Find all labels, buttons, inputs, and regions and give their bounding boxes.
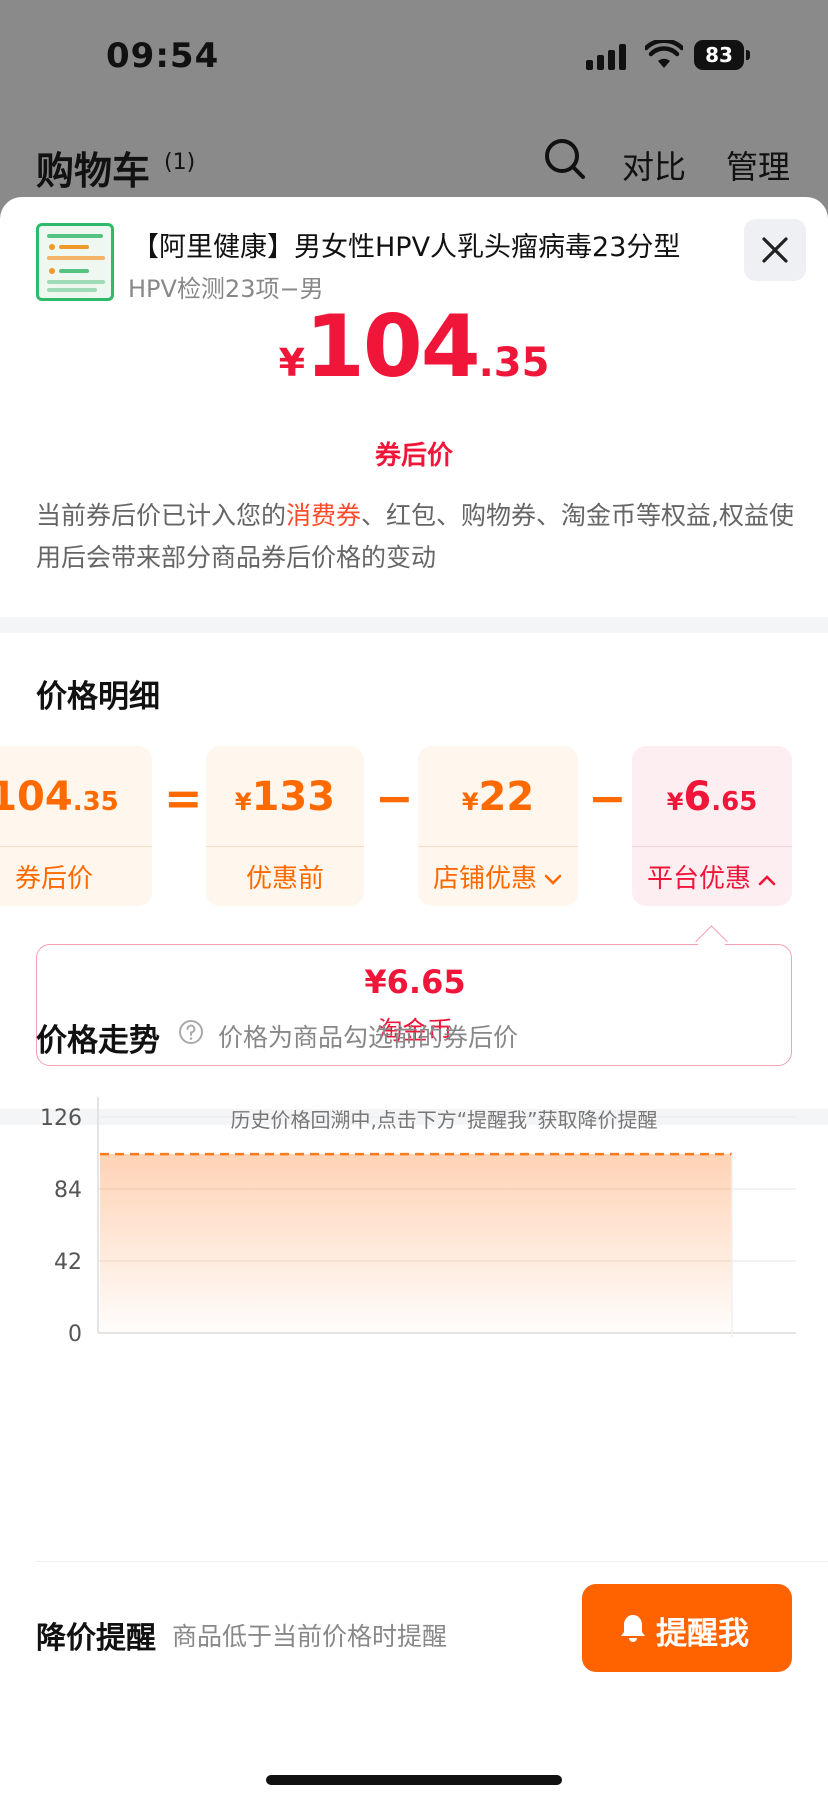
wifi-icon bbox=[643, 38, 685, 70]
search-icon[interactable] bbox=[544, 138, 586, 180]
cart-count: (1) bbox=[164, 150, 196, 175]
taojinbi-amount: ¥6.65 bbox=[364, 963, 466, 1001]
cart-header: 购物车 (1) 对比 管理 bbox=[0, 110, 828, 200]
battery-level: 83 bbox=[694, 40, 744, 70]
final-price-currency: ¥ bbox=[278, 341, 306, 385]
reminder-description: 商品低于当前价格时提醒 bbox=[172, 1622, 448, 1651]
breakdown-title: 价格明细 bbox=[36, 679, 160, 715]
price-trend-chart: 126 84 42 0 历史价格回溯中,点击下方“提醒我”获取降价提醒 bbox=[40, 1097, 796, 1347]
status-time: 09:54 bbox=[106, 36, 220, 76]
status-bar: 09:54 83 bbox=[0, 0, 828, 110]
platform-currency: ¥ bbox=[666, 788, 684, 816]
original-price-card: ¥133 优惠前 bbox=[206, 746, 364, 906]
final-price-decimal: .35 bbox=[478, 340, 550, 386]
minus-sign-2: − bbox=[588, 771, 627, 825]
minus-sign: − bbox=[375, 771, 414, 825]
remind-me-label: 提醒我 bbox=[656, 1616, 749, 1652]
equals-sign: = bbox=[164, 771, 203, 825]
home-indicator bbox=[266, 1775, 562, 1785]
platform-decimal: .65 bbox=[711, 787, 758, 817]
platform-integer: 6 bbox=[683, 774, 712, 820]
chart-annotation: 历史价格回溯中,点击下方“提醒我”获取降价提醒 bbox=[230, 1108, 657, 1132]
battery-icon: 83 bbox=[694, 40, 754, 72]
compare-button[interactable]: 对比 bbox=[622, 142, 686, 188]
final-price-label: 券后价 bbox=[374, 441, 453, 471]
final-price-card: 104.35 券后价 bbox=[0, 746, 152, 906]
shop-label: 店铺优惠 bbox=[432, 864, 537, 894]
price-detail-sheet: 【阿里健康】男女性HPV人乳头瘤病毒23分型 HPV检测23项−男 ¥104.3… bbox=[0, 197, 828, 1795]
y-tick-label: 42 bbox=[54, 1250, 82, 1275]
manage-button[interactable]: 管理 bbox=[726, 142, 790, 188]
shop-value: 22 bbox=[478, 774, 535, 820]
platform-discount-card[interactable]: ¥6.65 平台优惠 bbox=[632, 746, 792, 906]
notice-prefix: 当前券后价已计入您的 bbox=[36, 501, 287, 530]
trend-title: 价格走势 bbox=[36, 1023, 160, 1059]
chevron-up-icon bbox=[758, 875, 776, 886]
bell-icon bbox=[621, 1615, 645, 1642]
reminder-divider bbox=[36, 1561, 828, 1562]
final-price: ¥104.35 bbox=[0, 297, 828, 397]
y-tick-label: 84 bbox=[54, 1178, 82, 1203]
help-icon[interactable] bbox=[178, 1019, 204, 1045]
price-notice: 当前券后价已计入您的消费券、红包、购物券、淘金币等权益,权益使用后会带来部分商品… bbox=[36, 495, 796, 579]
page-title: 购物车 bbox=[36, 149, 151, 193]
shop-discount-card[interactable]: ¥22 店铺优惠 bbox=[418, 746, 578, 906]
original-label: 优惠前 bbox=[245, 864, 324, 894]
notice-highlight[interactable]: 消费券 bbox=[286, 501, 361, 530]
final-card-integer: 104 bbox=[0, 774, 73, 820]
original-currency: ¥ bbox=[234, 788, 252, 816]
platform-label: 平台优惠 bbox=[646, 864, 751, 894]
price-area-fill bbox=[100, 1154, 732, 1333]
shop-currency: ¥ bbox=[461, 788, 479, 816]
close-icon bbox=[762, 237, 788, 263]
final-card-decimal: .35 bbox=[72, 787, 119, 817]
final-card-label: 券后价 bbox=[14, 864, 93, 894]
y-tick-label: 0 bbox=[68, 1322, 82, 1347]
final-price-integer: 104 bbox=[305, 297, 481, 397]
trend-subtitle: 价格为商品勾选前的券后价 bbox=[218, 1023, 519, 1052]
y-tick-label: 126 bbox=[40, 1106, 82, 1131]
original-value: 133 bbox=[251, 774, 336, 820]
remind-me-button[interactable]: 提醒我 bbox=[582, 1584, 792, 1672]
close-button[interactable] bbox=[744, 219, 806, 281]
section-divider bbox=[0, 617, 828, 633]
cellular-signal-icon bbox=[586, 44, 630, 70]
reminder-title: 降价提醒 bbox=[36, 1621, 156, 1656]
chevron-down-icon bbox=[544, 874, 562, 885]
product-title: 【阿里健康】男女性HPV人乳头瘤病毒23分型 bbox=[132, 232, 681, 263]
product-thumbnail bbox=[36, 223, 114, 301]
